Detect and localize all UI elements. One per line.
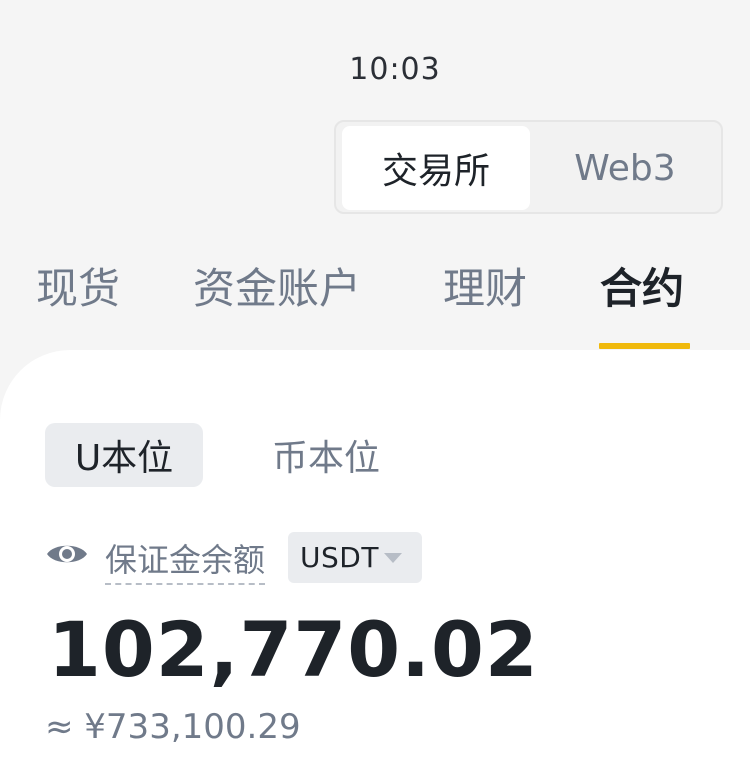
- margin-balance-value: 102,770.02: [48, 605, 539, 694]
- caret-down-icon: [384, 553, 402, 563]
- eye-icon[interactable]: [45, 538, 89, 570]
- margin-balance-cny: ≈ ¥733,100.29: [45, 707, 301, 747]
- currency-select[interactable]: USDT: [288, 532, 422, 583]
- tab-spot[interactable]: 现货: [36, 255, 120, 315]
- futures-card: U本位 币本位 保证金余额 USDT 102,770.02 ≈ ¥733,100…: [0, 350, 750, 777]
- margin-balance-label[interactable]: 保证金余额: [105, 535, 266, 585]
- tab-earn[interactable]: 理财: [443, 255, 527, 315]
- account-tabs: 现货 资金账户 理财 合约: [0, 255, 750, 350]
- tab-usd-margined[interactable]: U本位: [45, 423, 203, 487]
- assets-screen: 10:03 交易所 Web3 现货 资金账户 理财 合约 U本位 币本位 保证金…: [0, 0, 750, 777]
- currency-select-value: USDT: [300, 541, 379, 574]
- mode-switch: 交易所 Web3: [334, 120, 723, 214]
- tab-funding-account[interactable]: 资金账户: [193, 255, 361, 315]
- tab-coin-margined[interactable]: 币本位: [272, 423, 392, 487]
- status-bar-time: 10:03: [349, 52, 441, 87]
- mode-tab-web3[interactable]: Web3: [532, 126, 718, 210]
- balance-row: 保证金余额 USDT: [45, 532, 465, 585]
- active-tab-underline: [599, 343, 690, 349]
- mode-tab-exchange[interactable]: 交易所: [342, 126, 530, 210]
- tab-futures[interactable]: 合约: [600, 255, 684, 315]
